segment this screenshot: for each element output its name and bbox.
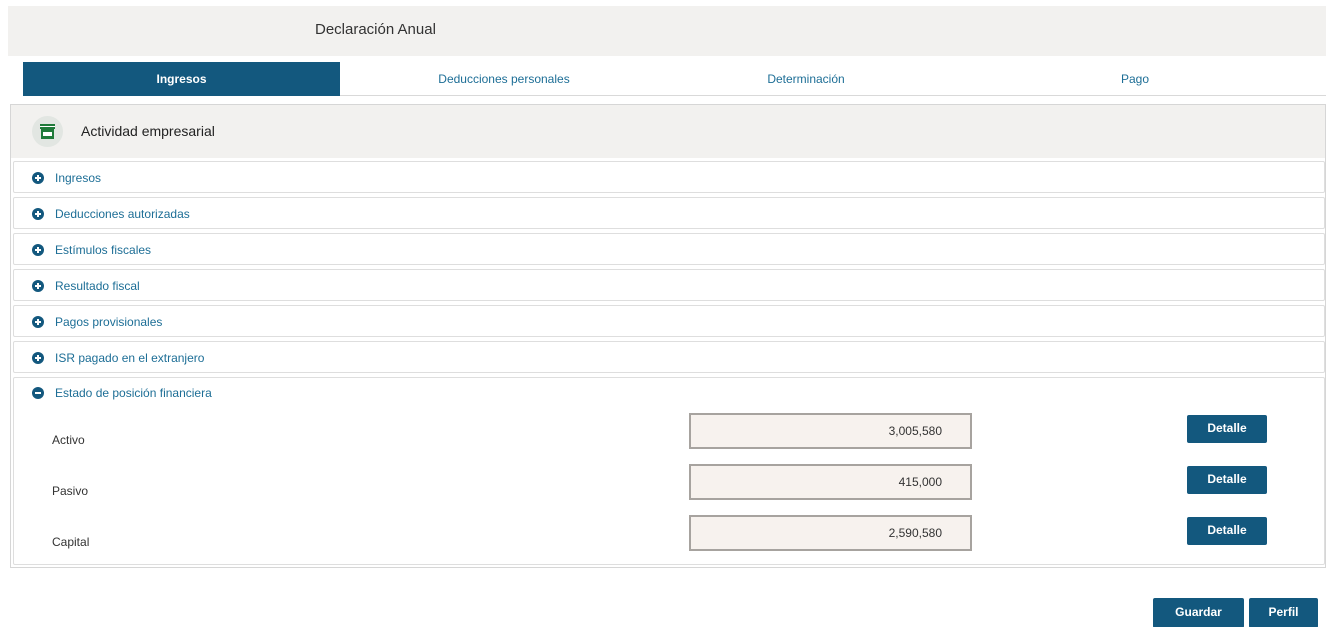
actividad-empresarial-panel: Actividad empresarial Ingresos Deduccion…	[10, 104, 1326, 568]
expand-plus-icon	[32, 172, 44, 184]
tab-ingresos[interactable]: Ingresos	[23, 62, 340, 96]
expand-plus-icon	[32, 352, 44, 364]
pasivo-amount-field[interactable]: 415,000	[689, 464, 972, 500]
tab-pago[interactable]: Pago	[944, 62, 1326, 96]
capital-detalle-button[interactable]: Detalle	[1187, 517, 1267, 545]
tab-bar: Ingresos Deducciones personales Determin…	[23, 62, 1326, 96]
activo-label: Activo	[52, 433, 85, 447]
pasivo-label: Pasivo	[52, 484, 89, 498]
section-label: Resultado fiscal	[55, 279, 140, 293]
perfil-button[interactable]: Perfil	[1249, 598, 1318, 627]
section-estado-posicion-financiera: Estado de posición financiera Activo 3,0…	[13, 377, 1325, 565]
section-label: Deducciones autorizadas	[55, 207, 190, 221]
capital-amount-field[interactable]: 2,590,580	[689, 515, 972, 551]
expand-plus-icon	[32, 280, 44, 292]
section-pagos-provisionales[interactable]: Pagos provisionales	[13, 305, 1325, 337]
expand-plus-icon	[32, 208, 44, 220]
panel-header: Actividad empresarial	[11, 105, 1325, 158]
pasivo-detalle-button[interactable]: Detalle	[1187, 466, 1267, 494]
section-deducciones-autorizadas[interactable]: Deducciones autorizadas	[13, 197, 1325, 229]
guardar-button[interactable]: Guardar	[1153, 598, 1244, 627]
expand-plus-icon	[32, 316, 44, 328]
store-icon	[32, 116, 63, 147]
section-label: ISR pagado en el extranjero	[55, 351, 205, 365]
tab-deducciones-personales[interactable]: Deducciones personales	[340, 62, 668, 96]
activo-amount-field[interactable]: 3,005,580	[689, 413, 972, 449]
section-isr-pagado-extranjero[interactable]: ISR pagado en el extranjero	[13, 341, 1325, 373]
section-label: Estímulos fiscales	[55, 243, 152, 257]
section-label: Pagos provisionales	[55, 315, 163, 329]
section-ingresos[interactable]: Ingresos	[13, 161, 1325, 193]
panel-title: Actividad empresarial	[81, 123, 215, 139]
page-title: Declaración Anual	[315, 21, 436, 38]
activo-detalle-button[interactable]: Detalle	[1187, 415, 1267, 443]
section-resultado-fiscal[interactable]: Resultado fiscal	[13, 269, 1325, 301]
section-label: Ingresos	[55, 171, 102, 185]
page-header: Declaración Anual	[8, 6, 1326, 56]
section-estimulos-fiscales[interactable]: Estímulos fiscales	[13, 233, 1325, 265]
tab-determinacion[interactable]: Determinación	[668, 62, 944, 96]
expand-plus-icon	[32, 244, 44, 256]
section-label[interactable]: Estado de posición financiera	[55, 386, 212, 400]
capital-label: Capital	[52, 535, 90, 549]
collapse-minus-icon[interactable]	[32, 387, 44, 399]
